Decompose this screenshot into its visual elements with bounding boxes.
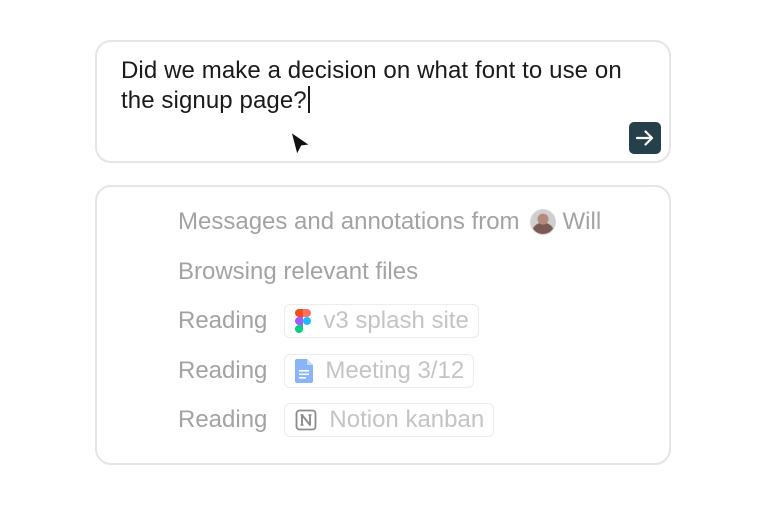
google-docs-icon [295, 359, 314, 383]
file-chip-notion[interactable]: Notion kanban [284, 403, 495, 437]
reading-label: Reading [178, 307, 268, 334]
notion-icon [295, 409, 317, 431]
send-button[interactable] [629, 122, 661, 154]
query-text: Did we make a decision on what font to u… [121, 57, 622, 114]
reading-row: Reading v3 splash site [178, 303, 479, 339]
activity-panel: Messages and annotations from Will Brows… [95, 185, 671, 465]
browsing-label: Browsing relevant files [178, 258, 419, 285]
messages-label: Messages and annotations from [178, 208, 520, 235]
avatar [529, 209, 556, 235]
browsing-row: Browsing relevant files [178, 254, 418, 290]
file-title: Meeting 3/12 [325, 357, 465, 384]
file-chip-figma[interactable]: v3 splash site [284, 304, 479, 338]
reading-row: Reading Meeting 3/12 [178, 353, 475, 389]
mouse-pointer-icon [290, 131, 311, 156]
file-chip-google-docs[interactable]: Meeting 3/12 [284, 354, 475, 388]
reading-label: Reading [178, 406, 268, 433]
text-caret [307, 86, 310, 113]
file-title: Notion kanban [329, 406, 485, 433]
reading-label: Reading [178, 357, 268, 384]
user-name: Will [562, 208, 602, 235]
figma-icon [295, 309, 312, 333]
arrow-right-icon [635, 130, 654, 146]
query-card[interactable]: Did we make a decision on what font to u… [95, 40, 671, 163]
file-title: v3 splash site [323, 307, 469, 334]
reading-row: Reading Notion kanban [178, 402, 495, 438]
query-input[interactable]: Did we make a decision on what font to u… [121, 56, 641, 116]
messages-row: Messages and annotations from Will [178, 204, 601, 240]
